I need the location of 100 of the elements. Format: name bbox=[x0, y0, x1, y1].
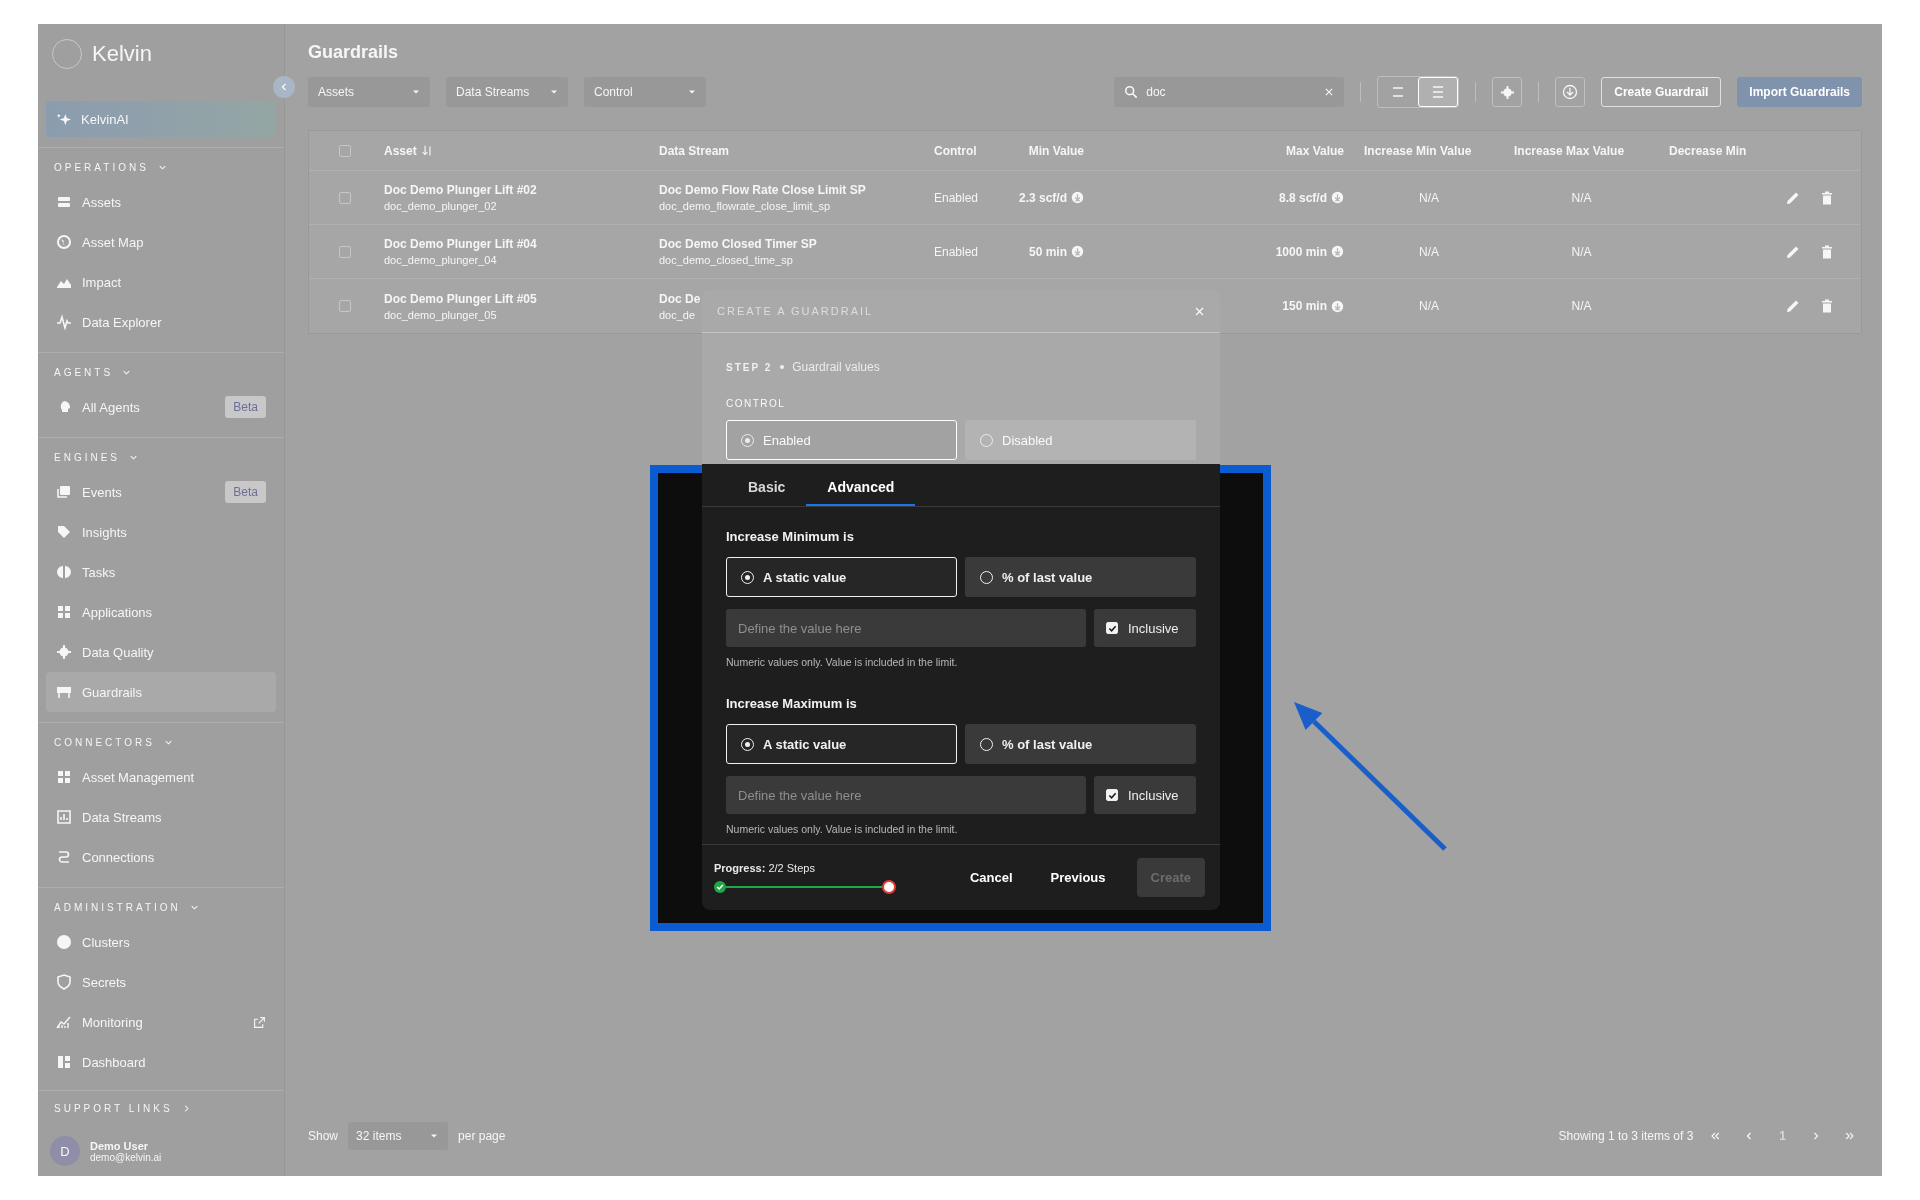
tag-icon bbox=[56, 524, 72, 541]
filter-dropdown[interactable]: Assets bbox=[308, 77, 430, 107]
check-circle-icon bbox=[714, 880, 726, 893]
table-cell: 2.3 scf/d bbox=[1018, 190, 1067, 205]
page-size-dropdown[interactable]: 32 items bbox=[348, 1122, 449, 1150]
delete-button[interactable] bbox=[1819, 189, 1835, 206]
table-cell: doc_demo_closed_time_sp bbox=[659, 254, 793, 266]
value-input[interactable]: Define the value here bbox=[726, 609, 1086, 647]
download-circle-icon bbox=[1331, 245, 1344, 258]
collapse-button[interactable] bbox=[273, 76, 295, 98]
radio-option[interactable]: A static value bbox=[726, 557, 957, 597]
radio-option[interactable]: % of last value bbox=[965, 557, 1196, 597]
page-size-label: per page bbox=[458, 1129, 506, 1143]
delete-button[interactable] bbox=[1819, 298, 1835, 314]
sidebar-item[interactable]: KelvinAI bbox=[46, 101, 276, 138]
sidebar-item[interactable]: Applications bbox=[38, 592, 276, 633]
download-circle-icon bbox=[1331, 299, 1344, 313]
column-header[interactable]: Control bbox=[934, 143, 977, 158]
checkbox[interactable] bbox=[339, 245, 351, 258]
helper-text: Numeric values only. Value is included in the limit. bbox=[726, 656, 958, 668]
sidebar-item[interactable]: Events Beta bbox=[38, 472, 276, 513]
section-title: Increase Maximum is bbox=[726, 695, 857, 711]
page-title: Guardrails bbox=[308, 41, 400, 64]
barrier-icon bbox=[56, 684, 72, 701]
section-heading: AGENTS bbox=[54, 366, 114, 378]
edit-button[interactable] bbox=[1785, 298, 1801, 314]
beta-badge: Beta bbox=[225, 396, 266, 419]
table-cell: doc_de bbox=[659, 308, 696, 321]
checkbox[interactable] bbox=[339, 300, 351, 312]
column-header[interactable]: Min Value bbox=[1028, 143, 1084, 158]
radio-option[interactable]: A static value bbox=[726, 724, 957, 764]
grid-icon bbox=[56, 769, 72, 786]
table-cell: 50 min bbox=[1029, 244, 1067, 259]
sidebar-item[interactable]: Data Explorer bbox=[38, 302, 276, 343]
inclusive-option[interactable]: Inclusive bbox=[1094, 776, 1196, 814]
column-header[interactable]: Data Stream bbox=[659, 143, 730, 158]
sidebar-item[interactable]: Impact bbox=[38, 262, 276, 303]
sidebar-item[interactable]: Tasks bbox=[38, 552, 276, 593]
column-header[interactable]: Increase Max Value bbox=[1514, 143, 1625, 158]
checkbox[interactable] bbox=[339, 191, 351, 204]
bar-chart-icon bbox=[56, 809, 72, 826]
settings-button[interactable] bbox=[1492, 77, 1523, 107]
radio-option[interactable]: % of last value bbox=[965, 724, 1196, 764]
sidebar-item[interactable]: Connections bbox=[38, 837, 276, 878]
import-button[interactable]: Import Guardrails bbox=[1737, 77, 1862, 107]
table-cell: N/A bbox=[1571, 190, 1592, 205]
download-button[interactable] bbox=[1555, 77, 1586, 107]
sidebar-item[interactable]: Asset Management bbox=[38, 757, 276, 798]
close-button[interactable] bbox=[1194, 305, 1205, 317]
filter-dropdown[interactable]: Data Streams bbox=[446, 77, 568, 107]
radio-option[interactable]: Enabled bbox=[726, 420, 957, 460]
cancel-button[interactable]: Cancel bbox=[950, 858, 1032, 897]
value-input[interactable]: Define the value here bbox=[726, 776, 1086, 814]
section-heading: ADMINISTRATION bbox=[54, 901, 181, 913]
pulse-icon bbox=[56, 314, 72, 331]
delete-button[interactable] bbox=[1819, 243, 1835, 260]
view-toggle-button[interactable] bbox=[1418, 77, 1459, 107]
grid-icon bbox=[56, 604, 72, 621]
column-header[interactable]: Asset bbox=[384, 143, 417, 158]
table-cell: N/A bbox=[1419, 190, 1439, 205]
sidebar-item[interactable]: Guardrails bbox=[46, 672, 276, 713]
section-heading: ENGINES bbox=[54, 451, 120, 463]
section-heading[interactable]: SUPPORT LINKS bbox=[54, 1103, 173, 1115]
sidebar-item[interactable]: Dashboard bbox=[38, 1042, 276, 1083]
sidebar-item[interactable]: Data Quality bbox=[38, 632, 276, 673]
sidebar-item[interactable]: Insights bbox=[38, 512, 276, 553]
user-avatar[interactable]: D bbox=[50, 1136, 80, 1166]
search-field[interactable]: doc bbox=[1114, 77, 1345, 107]
sidebar-item[interactable]: Assets bbox=[38, 182, 276, 223]
table-cell: N/A bbox=[1419, 299, 1439, 313]
column-header[interactable]: Increase Min Value bbox=[1364, 143, 1472, 158]
create-button[interactable]: Create Guardrail bbox=[1601, 77, 1722, 107]
sidebar-item[interactable]: Secrets bbox=[38, 962, 276, 1003]
route-icon bbox=[56, 849, 72, 866]
close-icon bbox=[1324, 87, 1335, 97]
logo-text: Kelvin bbox=[92, 41, 152, 68]
sidebar-item[interactable]: Asset Map bbox=[38, 222, 276, 263]
column-header[interactable]: Decrease Min bbox=[1669, 143, 1747, 158]
tab[interactable]: Basic bbox=[727, 464, 807, 506]
sidebar-item[interactable]: All Agents Beta bbox=[38, 387, 276, 428]
column-header[interactable]: Max Value bbox=[1285, 143, 1344, 158]
bullet-dot bbox=[780, 365, 785, 369]
checkbox[interactable] bbox=[339, 144, 351, 157]
trash-icon bbox=[1819, 243, 1835, 260]
table-cell: doc_demo_plunger_04 bbox=[384, 254, 497, 266]
inclusive-option[interactable]: Inclusive bbox=[1094, 609, 1196, 647]
double-chevron-left-icon bbox=[1709, 1130, 1722, 1142]
table-cell: N/A bbox=[1419, 244, 1439, 259]
table-cell: doc_demo_flowrate_close_limit_sp bbox=[659, 200, 831, 212]
tab[interactable]: Advanced bbox=[806, 464, 916, 506]
sidebar-item[interactable]: Monitoring bbox=[38, 1002, 276, 1043]
table-cell: Doc De bbox=[659, 291, 701, 306]
sidebar-item[interactable]: Data Streams bbox=[38, 797, 276, 838]
radio-option[interactable]: Disabled bbox=[965, 420, 1196, 460]
user-email: demo@kelvin.ai bbox=[90, 1151, 162, 1163]
filter-dropdown[interactable]: Control bbox=[584, 77, 706, 107]
previous-button[interactable]: Previous bbox=[1031, 858, 1125, 897]
table-cell: Doc Demo Plunger Lift #04 bbox=[384, 237, 537, 251]
shield-icon bbox=[56, 974, 72, 991]
sidebar-item[interactable]: Clusters bbox=[38, 922, 276, 963]
